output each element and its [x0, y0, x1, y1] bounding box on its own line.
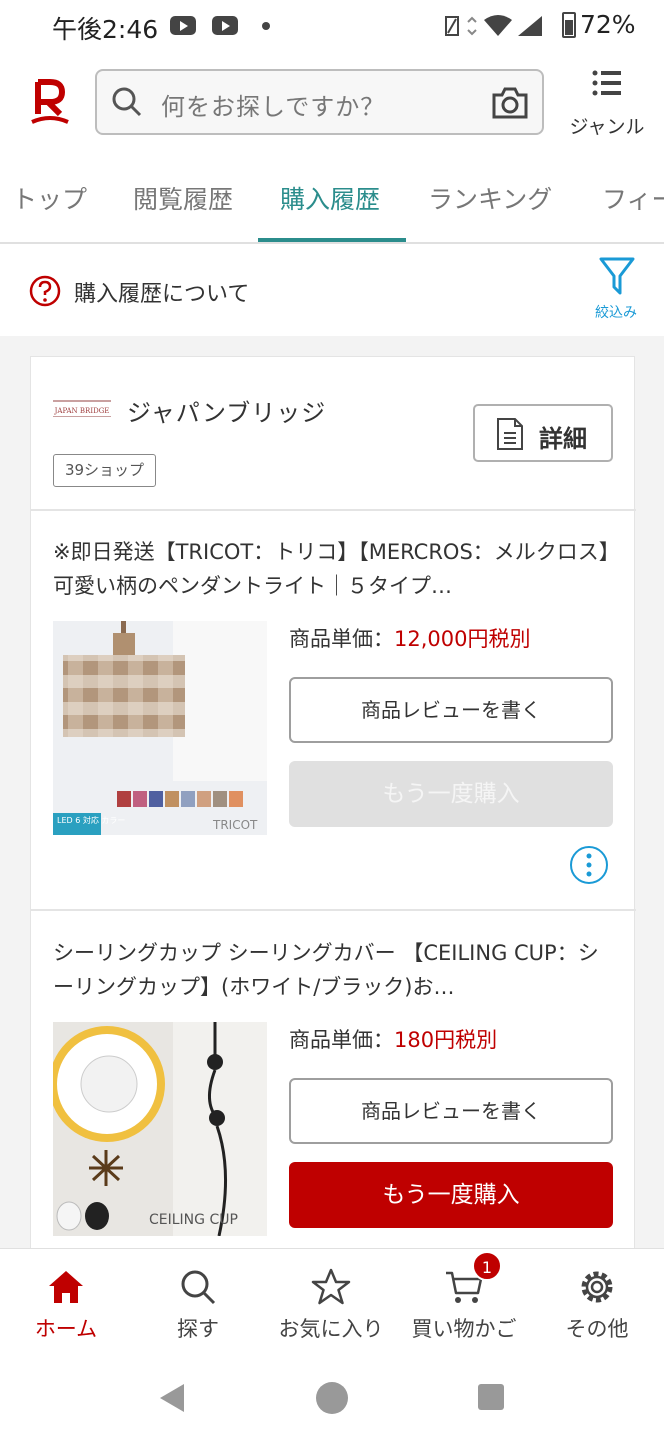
tab-purchase-history[interactable]: 購入履歴: [280, 180, 380, 216]
filter-label[interactable]: 絞込み: [586, 302, 646, 322]
search-icon: [181, 1270, 216, 1305]
gear-icon: [581, 1271, 613, 1303]
status-time: 午後2:46: [52, 15, 159, 44]
tab-top[interactable]: トップ: [12, 180, 87, 216]
purchased-item: ※即日発送【TRICOT：トリコ】【MERCROS：メルクロス】可愛い柄のペンダ…: [31, 511, 636, 909]
order-detail-button[interactable]: 詳細: [473, 404, 613, 462]
unit-price: 商品単価：12,000円税別: [289, 627, 531, 651]
genre-label: ジャンル: [569, 116, 645, 138]
order-card: JAPAN BRIDGE ジャパンブリッジ 39ショップ 詳細 ※即日発送【TR…: [30, 356, 636, 1257]
cart-count-badge: 1: [472, 1251, 502, 1281]
write-review-button[interactable]: 商品レビューを書く: [289, 1078, 613, 1144]
filter-icon[interactable]: [598, 256, 636, 296]
signal-icons: [445, 15, 542, 36]
nav-favorites[interactable]: お気に入り: [265, 1249, 397, 1361]
search-placeholder: 何をお探しですか？: [161, 93, 386, 121]
svg-text:CEILING CUP: CEILING CUP: [149, 1212, 238, 1228]
app-header: 何をお探しですか？ ジャンル: [0, 56, 664, 152]
tab-ranking[interactable]: ランキング: [428, 180, 552, 216]
document-icon: [497, 418, 523, 450]
unit-price: 商品単価：180円税別: [289, 1028, 498, 1052]
camera-icon[interactable]: [490, 83, 530, 123]
nav-cart[interactable]: 1 買い物かご: [398, 1249, 530, 1361]
tab-feed[interactable]: フィー: [602, 180, 664, 216]
system-navigation-bar: [0, 1360, 664, 1440]
purchase-history-info-bar: 購入履歴について 絞込み: [0, 246, 664, 336]
about-purchase-history-link[interactable]: 購入履歴について: [74, 276, 249, 308]
home-circle-icon[interactable]: [316, 1382, 348, 1414]
tab-bar: トップ 閲覧履歴 購入履歴 ランキング フィー: [0, 152, 664, 244]
more-notifications-icon: [262, 22, 270, 30]
menu-icon: [592, 70, 621, 96]
purchased-item: シーリングカップ シーリングカバー 【CEILING CUP：シーリングカップ】…: [31, 912, 636, 1257]
active-tab-indicator: [258, 238, 406, 242]
status-bar: 午後2:46 72%: [0, 0, 664, 52]
nav-search[interactable]: 探す: [132, 1249, 264, 1361]
item-title[interactable]: ※即日発送【TRICOT：トリコ】【MERCROS：メルクロス】可愛い柄のペンダ…: [53, 535, 613, 603]
nav-label: その他: [565, 1317, 629, 1341]
nav-other[interactable]: その他: [531, 1249, 663, 1361]
divider: [31, 909, 636, 911]
nav-label: お気に入り: [278, 1317, 384, 1341]
help-icon[interactable]: [29, 275, 61, 307]
nav-home[interactable]: ホーム: [0, 1249, 132, 1361]
shop-name[interactable]: ジャパンブリッジ: [127, 393, 326, 428]
shop-badge: 39ショップ: [53, 454, 156, 487]
nav-label: 探す: [177, 1317, 219, 1341]
search-icon: [112, 87, 142, 117]
genre-button[interactable]: ジャンル: [562, 66, 652, 142]
write-review-button[interactable]: 商品レビューを書く: [289, 677, 613, 743]
shop-logo: JAPAN BRIDGE: [53, 400, 111, 417]
youtube-notification-icon: [212, 16, 238, 35]
detail-label: 詳細: [539, 425, 587, 453]
nav-label: 買い物かご: [411, 1317, 517, 1341]
buy-again-button[interactable]: もう一度購入: [289, 1162, 613, 1228]
price-value: 12,000円税別: [394, 627, 531, 651]
search-input[interactable]: 何をお探しですか？: [95, 69, 544, 135]
buy-again-button[interactable]: もう一度購入: [289, 761, 613, 827]
svg-text:LED 6 対応 カラー: LED 6 対応 カラー: [57, 815, 125, 825]
youtube-notification-icon: [170, 16, 196, 35]
tab-browsing-history[interactable]: 閲覧履歴: [133, 180, 233, 216]
battery-level: 72%: [580, 10, 636, 39]
item-image-ceiling-cup[interactable]: CEILING CUP: [53, 1022, 267, 1236]
back-icon[interactable]: [158, 1382, 186, 1414]
battery-icon: [562, 12, 576, 38]
bottom-navigation: ホーム 探す お気に入り 1 買い物かご その他: [0, 1248, 664, 1360]
recents-icon[interactable]: [478, 1384, 504, 1410]
svg-text:TRICOT: TRICOT: [212, 818, 258, 832]
home-icon: [49, 1271, 83, 1303]
item-title[interactable]: シーリングカップ シーリングカバー 【CEILING CUP：シーリングカップ】…: [53, 936, 613, 1004]
svg-text:JAPAN BRIDGE: JAPAN BRIDGE: [54, 407, 110, 415]
nav-label: ホーム: [34, 1317, 98, 1341]
item-image-pendant-light[interactable]: LED 6 対応 カラー TRICOT: [53, 621, 267, 835]
price-value: 180円税別: [394, 1028, 498, 1052]
more-options-icon[interactable]: [569, 845, 609, 885]
star-icon: [311, 1268, 351, 1305]
rakuten-logo[interactable]: [30, 78, 70, 128]
